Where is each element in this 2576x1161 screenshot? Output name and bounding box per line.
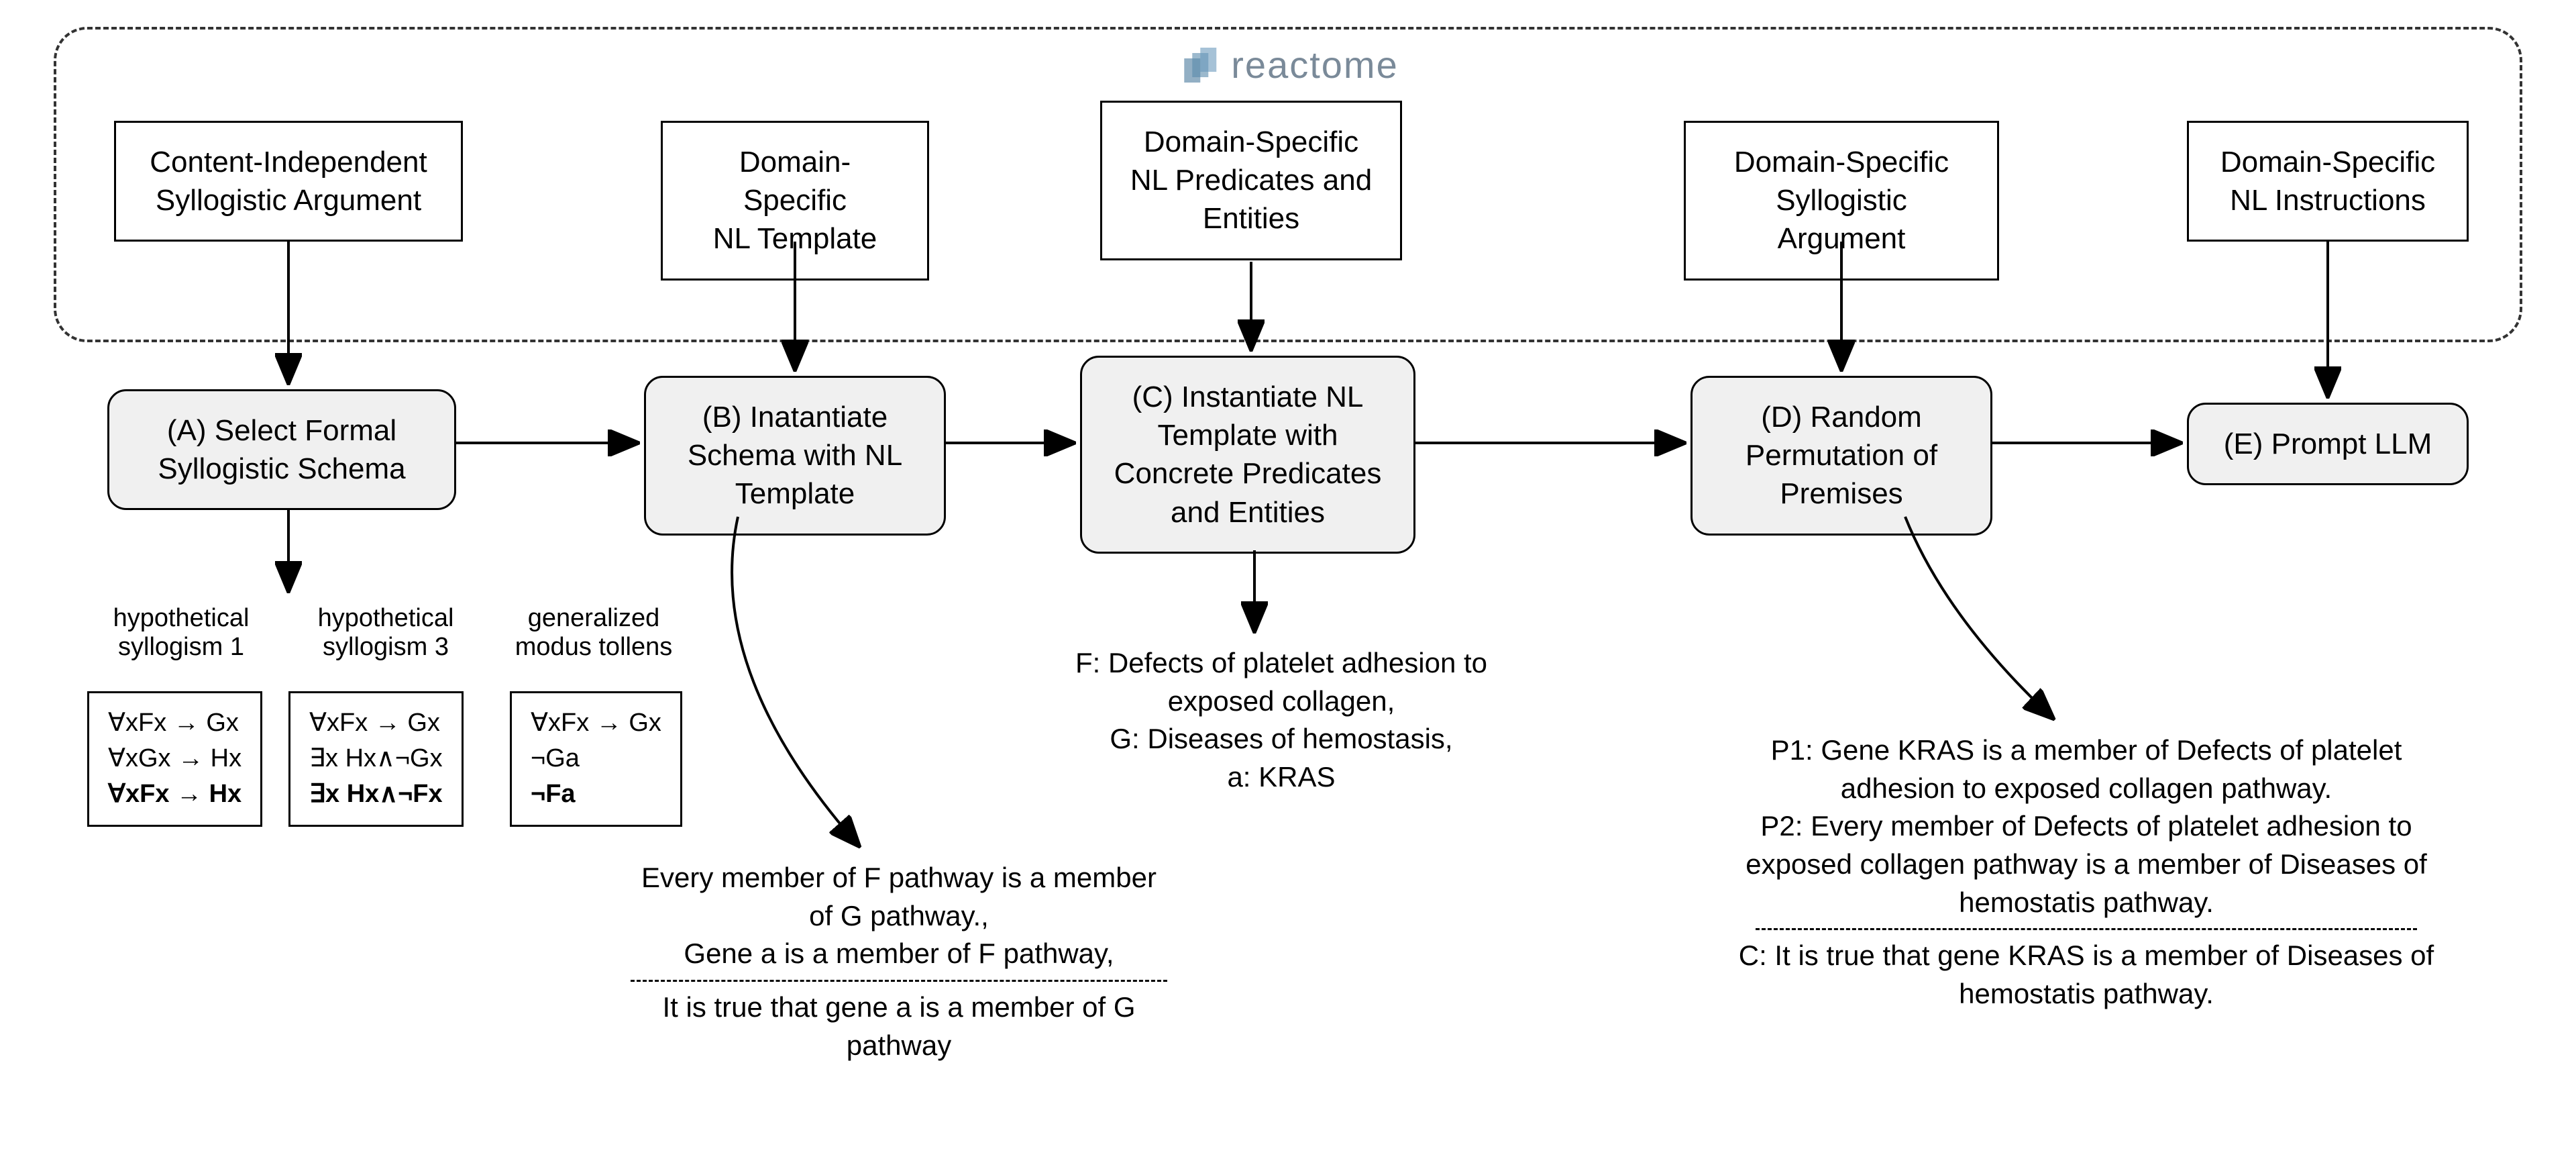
ed-c2: hemostatis pathway. (1697, 975, 2475, 1013)
schema-label-3: generalizedmodus tollens (503, 604, 684, 662)
reactome-label: reactome (1231, 43, 1398, 87)
process-b-text: (B) InatantiateSchema with NLTemplate (688, 401, 902, 510)
ed-c1: C: It is true that gene KRAS is a member… (1697, 937, 2475, 975)
process-instantiate-predicates: (C) Instantiate NLTemplate withConcrete … (1080, 356, 1415, 554)
input-b-text: Domain-SpecificNL Template (713, 146, 877, 255)
input-domain-predicates: Domain-SpecificNL Predicates andEntities (1100, 101, 1402, 260)
ed-p2a: P2: Every member of Defects of platelet … (1697, 807, 2475, 846)
input-e-text: Domain-SpecificNL Instructions (2220, 146, 2435, 217)
eb-p2: of G pathway., (564, 897, 1234, 936)
process-e-text: (E) Prompt LLM (2224, 427, 2432, 460)
process-d-text: (D) RandomPermutation ofPremises (1746, 401, 1937, 510)
eb-p3: Gene a is a member of F pathway, (564, 935, 1234, 973)
input-d-text: Domain-SpecificSyllogistic Argument (1734, 146, 1949, 255)
process-random-permutation: (D) RandomPermutation ofPremises (1690, 376, 1992, 536)
schema-box-1: ∀xFx → Gx ∀xGx → Hx ∀xFx → Hx (87, 691, 262, 827)
eb-c1: It is true that gene a is a member of G (564, 989, 1234, 1027)
s3-conclusion: ¬Fa (531, 776, 661, 812)
eb-divider (631, 980, 1167, 982)
schema-label-2: hypotheticalsyllogism 3 (288, 604, 483, 662)
ec-l1: F: Defects of platelet adhesion to (1040, 644, 1523, 683)
schema-box-3: ∀xFx → Gx ¬Ga ¬Fa (510, 691, 682, 827)
process-select-schema: (A) Select FormalSyllogistic Schema (107, 389, 456, 510)
input-domain-syllogistic: Domain-SpecificSyllogistic Argument (1684, 121, 1999, 281)
process-c-text: (C) Instantiate NLTemplate withConcrete … (1114, 381, 1382, 529)
s3-line2: ¬Ga (531, 741, 661, 776)
ec-l4: a: KRAS (1040, 758, 1523, 797)
s2-line1: ∀xFx → Gx (309, 705, 443, 741)
schema-label-1: hypotheticalsyllogism 1 (87, 604, 275, 662)
ec-l3: G: Diseases of hemostasis, (1040, 720, 1523, 758)
ed-p1b: adhesion to exposed collagen pathway. (1697, 770, 2475, 808)
reactome-icon (1177, 45, 1224, 85)
input-content-independent: Content-IndependentSyllogistic Argument (114, 121, 463, 242)
example-c: F: Defects of platelet adhesion to expos… (1040, 644, 1523, 797)
input-domain-instructions: Domain-SpecificNL Instructions (2187, 121, 2469, 242)
s1-line1: ∀xFx → Gx (108, 705, 241, 741)
input-a-text: Content-IndependentSyllogistic Argument (150, 146, 427, 217)
example-d: P1: Gene KRAS is a member of Defects of … (1697, 731, 2475, 1013)
process-instantiate-template: (B) InatantiateSchema with NLTemplate (644, 376, 946, 536)
s3-line1: ∀xFx → Gx (531, 705, 661, 741)
eb-p1: Every member of F pathway is a member (564, 859, 1234, 897)
ec-l2: exposed collagen, (1040, 683, 1523, 721)
ed-p2b: exposed collagen pathway is a member of … (1697, 846, 2475, 884)
reactome-logo: reactome (1177, 43, 1398, 87)
input-domain-nl-template: Domain-SpecificNL Template (661, 121, 929, 281)
s2-conclusion: ∃x Hx∧¬Fx (309, 776, 443, 812)
process-prompt-llm: (E) Prompt LLM (2187, 403, 2469, 485)
ed-p2c: hemostatis pathway. (1697, 884, 2475, 922)
s1-line2: ∀xGx → Hx (108, 741, 241, 776)
process-a-text: (A) Select FormalSyllogistic Schema (158, 414, 405, 485)
eb-c2: pathway (564, 1027, 1234, 1065)
s2-line2: ∃x Hx∧¬Gx (309, 741, 443, 776)
example-b: Every member of F pathway is a member of… (564, 859, 1234, 1064)
ed-divider (1756, 928, 2417, 930)
schema-box-2: ∀xFx → Gx ∃x Hx∧¬Gx ∃x Hx∧¬Fx (288, 691, 464, 827)
s1-conclusion: ∀xFx → Hx (108, 776, 241, 812)
ed-p1a: P1: Gene KRAS is a member of Defects of … (1697, 731, 2475, 770)
input-c-text: Domain-SpecificNL Predicates andEntities (1130, 125, 1372, 235)
